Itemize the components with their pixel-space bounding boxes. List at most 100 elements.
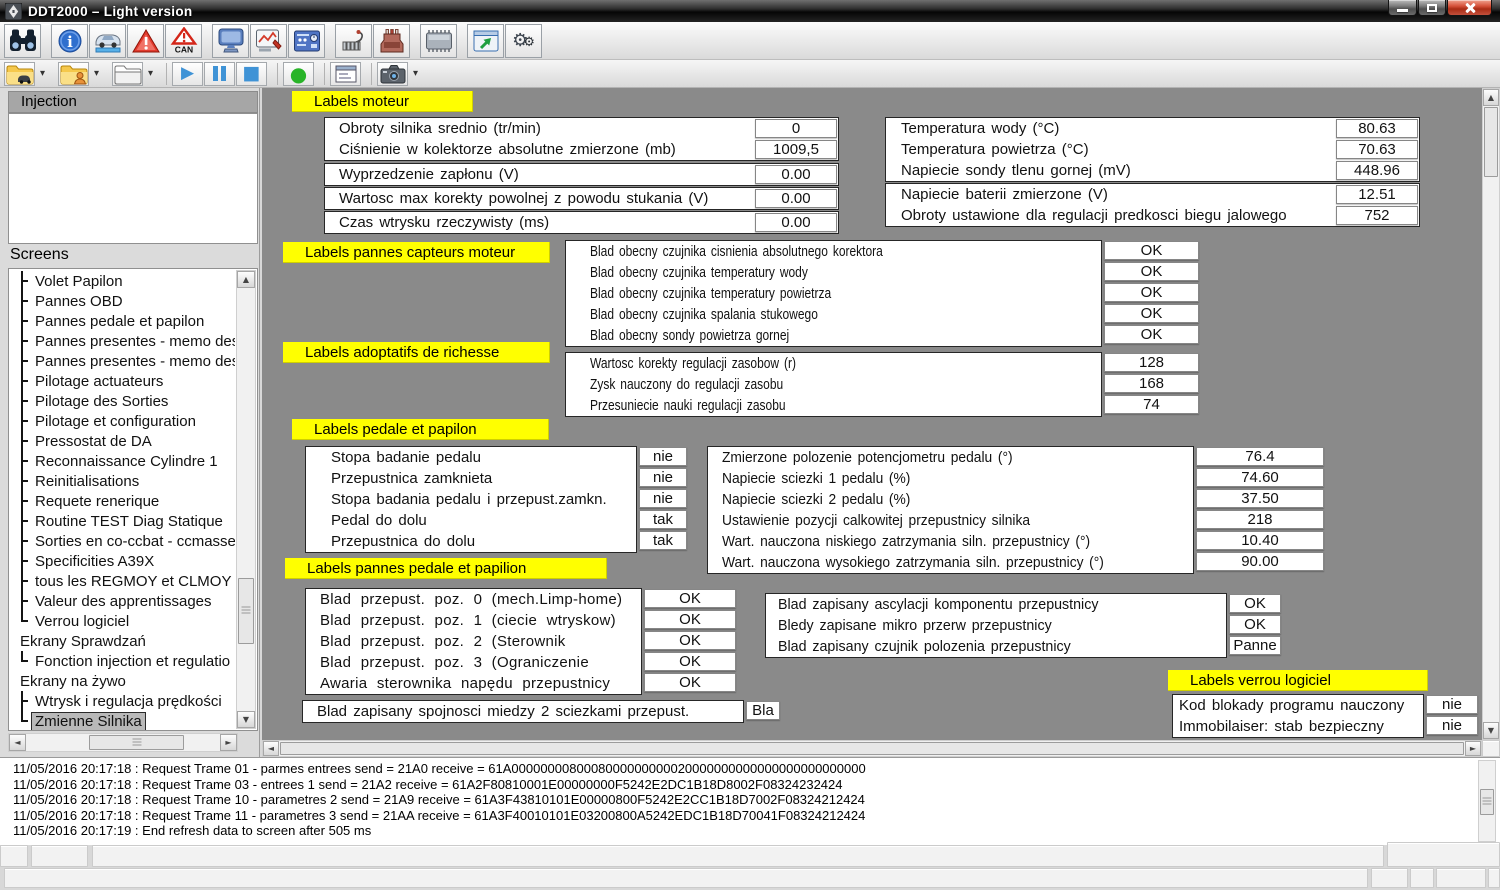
screen-item[interactable]: Pilotage actuateurs <box>9 371 235 391</box>
main-vertical-scrollbar[interactable]: ▲ ▼ <box>1482 88 1500 740</box>
toolbar-group <box>4 24 42 58</box>
screens-horizontal-scrollbar[interactable]: ◄ ► <box>8 733 238 752</box>
screen-item-label: Pannes presentes - memo des <box>32 333 235 350</box>
screen-item[interactable]: Ekrany na żywo <box>9 671 235 691</box>
connector-button[interactable] <box>373 24 410 58</box>
screen-item[interactable]: Requete renerique <box>9 491 235 511</box>
screen-item[interactable]: Pilotage et configuration <box>9 411 235 431</box>
field-value: OK <box>1104 283 1199 302</box>
field-value: nie <box>639 447 687 466</box>
value-column: nienienietaktak <box>639 447 687 552</box>
folder-user-button[interactable] <box>58 62 89 86</box>
screen-item[interactable]: Pannes pedale et papilon <box>9 311 235 331</box>
field-label: Wyprzedzenie zapłonu (V) <box>325 166 755 183</box>
scroll-left-button[interactable]: ◄ <box>263 741 279 756</box>
dropdown-arrow-icon[interactable]: ▾ <box>409 62 422 86</box>
scroll-right-button[interactable]: ► <box>1465 741 1481 756</box>
can-alert-button[interactable]: CAN <box>165 24 202 58</box>
screen-item[interactable]: tous les REGMOY et CLMOY <box>9 571 235 591</box>
screen-item[interactable]: Specificities A39X <box>9 551 235 571</box>
resize-grip[interactable] <box>1488 868 1500 888</box>
screen-item[interactable]: Pressostat de DA <box>9 431 235 451</box>
field-value: 168 <box>1104 374 1199 393</box>
maximize-button[interactable] <box>1418 0 1446 16</box>
scroll-thumb[interactable] <box>1484 107 1498 177</box>
moteur-table-left-1: Obroty silnika srednio (tr/min)0Ciśnieni… <box>324 117 839 161</box>
scroll-left-button[interactable]: ◄ <box>9 734 26 751</box>
window-layout-button[interactable] <box>330 62 361 86</box>
section-label-pannes-pedale: Labels pannes pedale et papilion <box>285 558 607 579</box>
screen-item[interactable]: Pannes OBD <box>9 291 235 311</box>
dropdown-arrow-icon[interactable]: ▾ <box>90 62 103 86</box>
monitor-button[interactable] <box>212 24 249 58</box>
field-label: Temperatura powietrza (°C) <box>886 141 1336 158</box>
scroll-thumb[interactable] <box>89 735 184 750</box>
chip-button[interactable] <box>420 24 457 58</box>
info-button[interactable]: i <box>51 24 88 58</box>
monitor-graph-button[interactable] <box>250 24 287 58</box>
main-horizontal-scrollbar[interactable]: ◄ ► <box>262 740 1482 757</box>
screen-item[interactable]: Wtrysk i regulacja prędkości <box>9 691 235 711</box>
screen-item[interactable]: Pannes presentes - memo des <box>9 351 235 371</box>
scroll-thumb[interactable] <box>280 742 1464 755</box>
ecu-panel-title[interactable]: Injection <box>8 91 258 113</box>
table-row: Napiecie sciezki 1 pedalu (%) <box>708 468 1193 489</box>
play-button[interactable]: ▶ <box>172 62 203 86</box>
scroll-up-button[interactable]: ▲ <box>1483 89 1499 106</box>
field-value: 70.63 <box>1336 140 1418 159</box>
camera-button[interactable] <box>377 62 408 86</box>
minimize-button[interactable] <box>1388 0 1417 16</box>
folder-plain-button[interactable] <box>112 62 143 86</box>
scroll-right-button[interactable]: ► <box>220 734 237 751</box>
field-label: Bledy zapisane mikro przerw przepustnicy <box>766 617 1226 634</box>
screen-item-label: Ekrany na żywo <box>17 673 129 690</box>
close-button[interactable] <box>1447 0 1492 16</box>
screen-item[interactable]: Reconnaissance Cylindre 1 <box>9 451 235 471</box>
data-display-area: Labels moteur Obroty silnika srednio (tr… <box>262 88 1482 740</box>
screen-item[interactable]: Ekrany Sprawdzań <box>9 631 235 651</box>
ecu-list-box[interactable] <box>8 113 258 244</box>
screen-item[interactable]: Sorties en co-ccbat - ccmasse <box>9 531 235 551</box>
scroll-thumb[interactable] <box>238 578 254 644</box>
screen-item[interactable]: Verrou logiciel <box>9 611 235 631</box>
toolbar-group: ▾ <box>112 62 157 86</box>
scroll-up-button[interactable]: ▲ <box>237 271 255 288</box>
screen-item[interactable]: Reinitialisations <box>9 471 235 491</box>
screen-item[interactable]: Valeur des apprentissages <box>9 591 235 611</box>
screen-item[interactable]: Routine TEST Diag Statique <box>9 511 235 531</box>
screen-item-selected[interactable]: Zmienne Silnika <box>9 711 235 730</box>
binoculars-button[interactable] <box>4 24 41 58</box>
field-label: Temperatura wody (°C) <box>886 120 1336 137</box>
control-panel-button[interactable] <box>288 24 325 58</box>
screen-item[interactable]: Pannes presentes - memo des <box>9 331 235 351</box>
scroll-down-button[interactable]: ▼ <box>237 711 255 728</box>
alert-button[interactable] <box>127 24 164 58</box>
pause-button[interactable] <box>204 62 235 86</box>
table-row: Wart. nauczona wysokiego zatrzymania sil… <box>708 552 1193 573</box>
table-row: Stopa badanie pedalu <box>306 447 636 468</box>
gears-button[interactable]: ⚙⚙ <box>505 24 542 58</box>
group-box: Blad obecny czujnika cisnienia absolutne… <box>565 240 1102 347</box>
probe-button[interactable] <box>335 24 372 58</box>
dropdown-arrow-icon[interactable]: ▾ <box>144 62 157 86</box>
vehicle-button[interactable] <box>89 24 126 58</box>
screen-item[interactable]: Pilotage des Sorties <box>9 391 235 411</box>
scroll-thumb[interactable] <box>1480 789 1494 815</box>
folder-vehicle-button[interactable] <box>4 62 35 86</box>
stop-button[interactable]: ■ <box>236 62 267 86</box>
scroll-down-button[interactable]: ▼ <box>1483 722 1499 739</box>
dropdown-arrow-icon[interactable]: ▾ <box>36 62 49 86</box>
field-value: OK <box>1229 594 1281 613</box>
log-vertical-scrollbar[interactable] <box>1478 760 1496 842</box>
tree-branch-icon <box>21 391 32 411</box>
table-row: Blad przepust. poz. 2 (Sterownik <box>306 631 641 652</box>
screen-item[interactable]: Fonction injection et regulatio <box>9 651 235 671</box>
export-button[interactable] <box>467 24 504 58</box>
window-layout-icon <box>334 63 358 85</box>
record-button[interactable]: ● <box>283 62 314 86</box>
tree-branch-icon <box>21 291 32 311</box>
screens-vertical-scrollbar[interactable]: ▲ ▼ <box>236 270 256 729</box>
toolbar-group: ⚙⚙ <box>467 24 543 58</box>
screen-item[interactable]: Volet Papilon <box>9 271 235 291</box>
table-row: Napiecie sondy tlenu gornej (mV)448.96 <box>886 160 1419 181</box>
